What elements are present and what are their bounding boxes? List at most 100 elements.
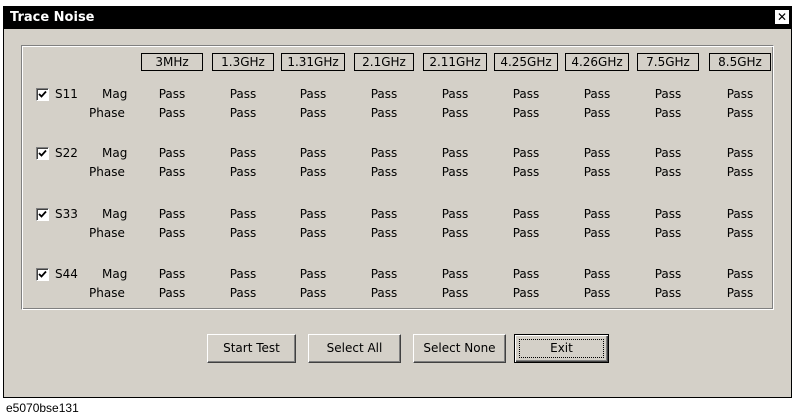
result-cell: Pass [229,286,257,300]
row-label-phase: Phase [89,286,125,300]
result-cell: Pass [158,226,186,240]
row-label-phase: Phase [89,165,125,179]
row-label-mag: Mag [102,146,128,160]
result-cell: Pass [512,146,540,160]
result-cell: Pass [512,286,540,300]
result-cell: Pass [441,165,469,179]
result-cell: Pass [158,106,186,120]
frequency-header: 4.25GHz [494,53,558,71]
result-cell: Pass [370,286,398,300]
port-label-s22: S22 [55,146,78,160]
select-none-button[interactable]: Select None [413,334,506,363]
result-cell: Pass [441,286,469,300]
result-cell: Pass [512,267,540,281]
result-cell: Pass [370,267,398,281]
figure-caption: e5070bse131 [6,401,79,415]
checkmark-icon [38,270,47,278]
result-cell: Pass [299,267,327,281]
result-cell: Pass [583,286,611,300]
result-cell: Pass [726,226,754,240]
result-cell: Pass [229,226,257,240]
dialog-title: Trace Noise [10,10,95,25]
result-cell: Pass [299,207,327,221]
row-label-mag: Mag [102,207,128,221]
checkbox-s11[interactable] [36,88,49,101]
result-cell: Pass [370,87,398,101]
frequency-header: 3MHz [141,53,203,71]
result-cell: Pass [158,267,186,281]
row-label-mag: Mag [102,267,128,281]
result-cell: Pass [726,165,754,179]
result-cell: Pass [654,146,682,160]
result-cell: Pass [654,267,682,281]
select-all-button[interactable]: Select All [308,334,401,363]
result-cell: Pass [299,87,327,101]
frequency-header: 1.3GHz [212,53,274,71]
result-cell: Pass [583,165,611,179]
result-cell: Pass [441,87,469,101]
frequency-header: 2.11GHz [423,53,487,71]
checkmark-icon [38,210,47,218]
port-label-s11: S11 [55,87,78,101]
port-label-s44: S44 [55,267,78,281]
result-cell: Pass [726,207,754,221]
result-cell: Pass [654,207,682,221]
result-cell: Pass [299,226,327,240]
result-cell: Pass [229,207,257,221]
exit-button[interactable]: Exit [514,334,609,363]
frequency-header: 7.5GHz [637,53,699,71]
focus-rectangle [519,339,604,358]
result-cell: Pass [726,87,754,101]
result-cell: Pass [654,226,682,240]
result-cell: Pass [726,286,754,300]
result-cell: Pass [583,106,611,120]
result-cell: Pass [370,165,398,179]
result-cell: Pass [512,106,540,120]
close-icon[interactable]: ✕ [775,10,789,24]
checkbox-s44[interactable] [36,268,49,281]
result-cell: Pass [654,106,682,120]
result-cell: Pass [726,146,754,160]
port-label-s33: S33 [55,207,78,221]
result-cell: Pass [299,165,327,179]
checkbox-s22[interactable] [36,147,49,160]
result-cell: Pass [583,267,611,281]
result-cell: Pass [726,267,754,281]
result-cell: Pass [370,106,398,120]
result-cell: Pass [654,165,682,179]
checkmark-icon [38,90,47,98]
result-cell: Pass [229,146,257,160]
title-bar[interactable]: Trace Noise ✕ [4,7,791,29]
frequency-header: 4.26GHz [565,53,629,71]
result-cell: Pass [158,165,186,179]
result-cell: Pass [441,106,469,120]
result-cell: Pass [441,267,469,281]
result-cell: Pass [229,267,257,281]
frequency-header: 1.31GHz [281,53,345,71]
frequency-header: 8.5GHz [709,53,771,71]
row-label-phase: Phase [89,226,125,240]
result-cell: Pass [158,286,186,300]
result-cell: Pass [583,87,611,101]
checkbox-s33[interactable] [36,208,49,221]
result-cell: Pass [654,286,682,300]
result-cell: Pass [512,226,540,240]
result-cell: Pass [583,226,611,240]
result-cell: Pass [370,207,398,221]
row-label-phase: Phase [89,106,125,120]
result-cell: Pass [158,87,186,101]
result-cell: Pass [441,207,469,221]
result-cell: Pass [583,207,611,221]
checkmark-icon [38,149,47,157]
result-cell: Pass [654,87,682,101]
result-cell: Pass [726,106,754,120]
result-cell: Pass [583,146,611,160]
result-cell: Pass [229,106,257,120]
result-cell: Pass [299,106,327,120]
result-cell: Pass [299,286,327,300]
result-cell: Pass [370,146,398,160]
result-cell: Pass [370,226,398,240]
start-test-button[interactable]: Start Test [207,334,296,363]
result-cell: Pass [158,207,186,221]
result-cell: Pass [441,146,469,160]
